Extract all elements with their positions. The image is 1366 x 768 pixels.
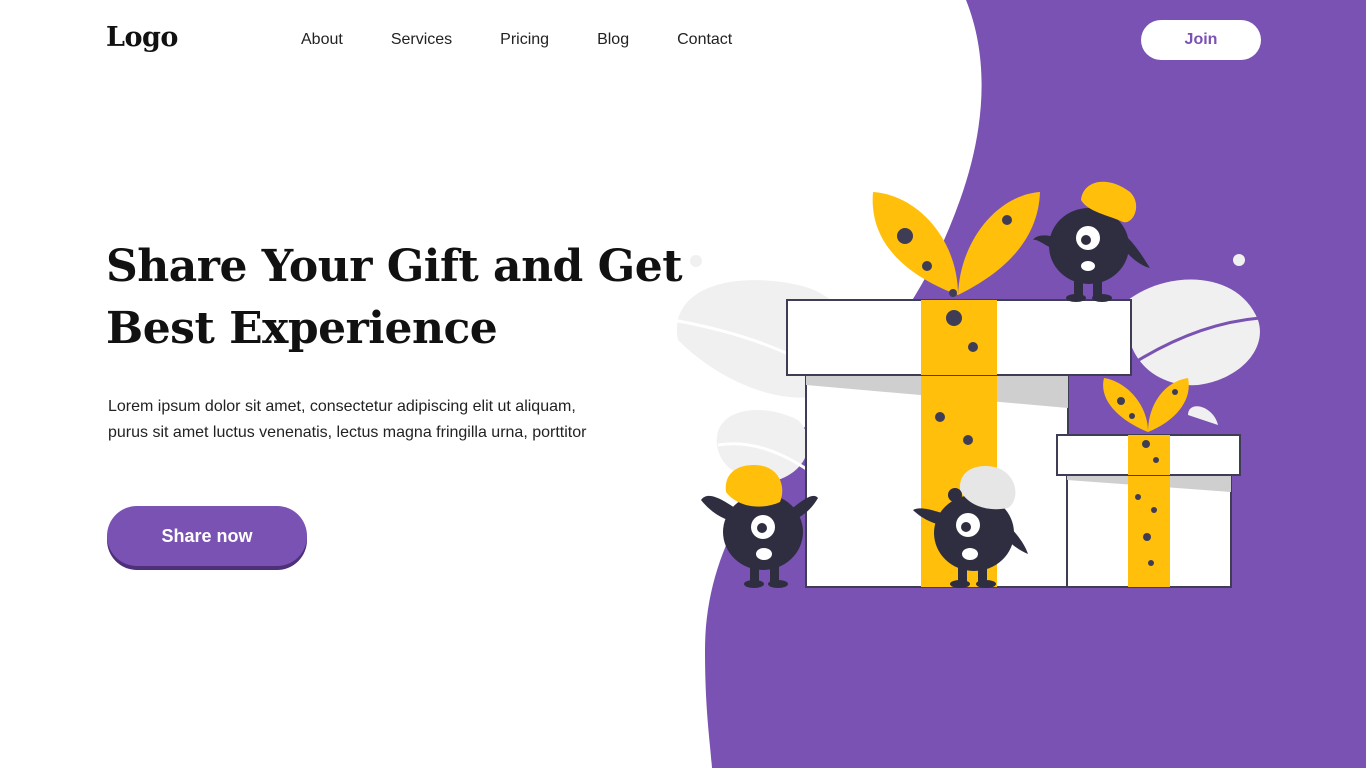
nav-link-services[interactable]: Services	[391, 30, 452, 50]
join-button[interactable]: Join	[1141, 20, 1261, 60]
hero-section: Share Your Gift and Get Best Experience …	[106, 236, 706, 446]
hero-description: Lorem ipsum dolor sit amet, consectetur …	[108, 398, 587, 441]
logo[interactable]: Logo	[106, 22, 178, 53]
share-now-button[interactable]: Share now	[107, 506, 307, 566]
hero-title-line1: Share Your Gift and Get	[106, 241, 683, 292]
nav-link-contact[interactable]: Contact	[677, 30, 732, 50]
monster-character-left-icon	[701, 465, 818, 588]
gift-illustration	[672, 181, 1261, 588]
gift-box-small-icon	[1056, 378, 1241, 588]
monster-character-top-icon	[1033, 181, 1150, 302]
nav-link-blog[interactable]: Blog	[597, 30, 629, 50]
nav-link-about[interactable]: About	[301, 30, 343, 50]
main-nav: About Services Pricing Blog Contact	[301, 30, 780, 50]
hero-title: Share Your Gift and Get Best Experience	[106, 236, 706, 360]
hero-title-line2: Best Experience	[106, 303, 498, 354]
nav-link-pricing[interactable]: Pricing	[500, 30, 549, 50]
site-header: Logo About Services Pricing Blog Contact…	[0, 0, 1366, 80]
